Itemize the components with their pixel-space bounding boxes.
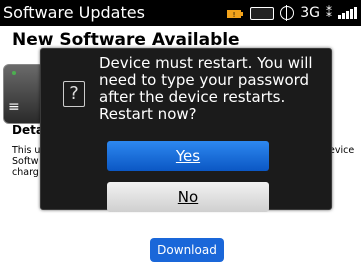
network-type-label: 3G bbox=[300, 5, 320, 21]
page-title: New Software Available bbox=[12, 30, 240, 50]
yes-button[interactable]: Yes bbox=[107, 141, 269, 171]
svg-text:!: ! bbox=[233, 11, 236, 19]
description-line: charg bbox=[12, 167, 39, 178]
window-title: Software Updates bbox=[3, 3, 145, 22]
status-dot bbox=[12, 71, 16, 75]
description-line: Softw bbox=[12, 156, 39, 167]
battery-warning-icon: ! bbox=[227, 9, 244, 19]
menu-icon: ≡ bbox=[8, 99, 20, 115]
status-bar: Software Updates ! 3G ⁑ bbox=[0, 0, 361, 26]
description-line: This u bbox=[12, 145, 41, 156]
bluetooth-icon: ⁑ bbox=[326, 6, 332, 20]
description-text: This u Softw charg bbox=[12, 145, 40, 178]
question-icon: ? bbox=[63, 81, 85, 107]
software-update-icon: ≡ bbox=[3, 64, 45, 124]
restart-dialog: ? Device must restart. You will need to … bbox=[40, 48, 332, 212]
no-button[interactable]: No bbox=[107, 182, 269, 212]
signal-icon bbox=[338, 7, 357, 19]
description-text-right: evice bbox=[329, 145, 355, 156]
globe-icon bbox=[280, 5, 295, 21]
lock-icon bbox=[250, 6, 275, 20]
dialog-message: Device must restart. You will need to ty… bbox=[99, 54, 313, 123]
status-icons: ! 3G ⁑ bbox=[226, 5, 357, 21]
download-button[interactable]: Download bbox=[150, 238, 224, 262]
